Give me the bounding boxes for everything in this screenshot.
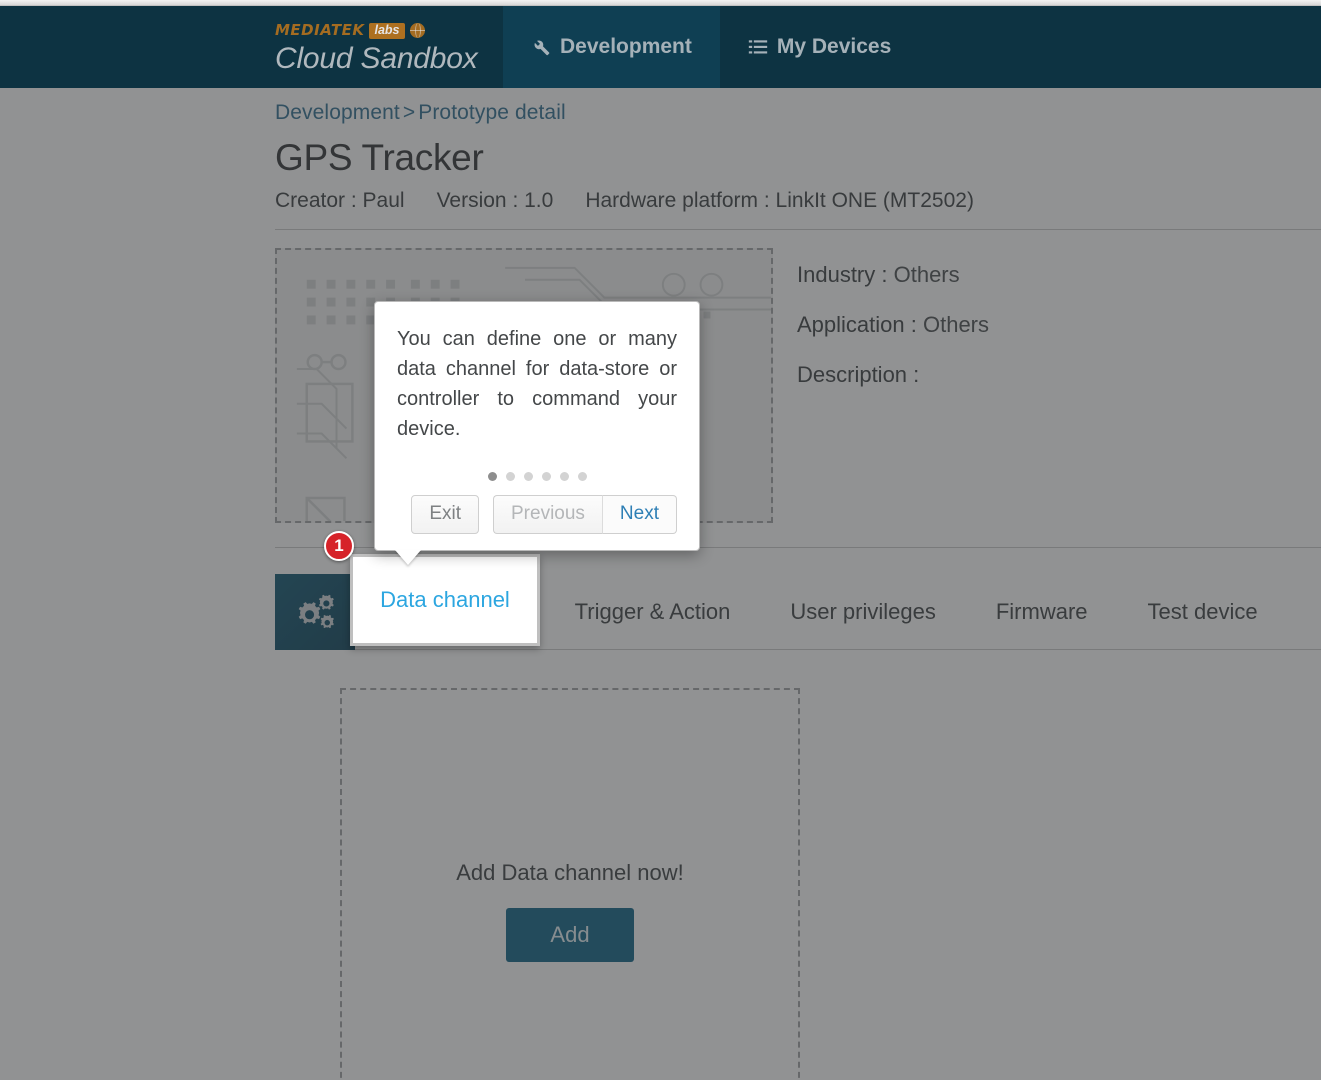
top-navigation-bar: MEDIATEK labs Cloud Sandbox Development [0,6,1321,88]
page-title: GPS Tracker [275,137,484,178]
tour-exit-button[interactable]: Exit [411,495,479,534]
tour-step-dot[interactable] [505,472,515,481]
tab-trigger-action[interactable]: Trigger & Action [545,574,761,649]
nav-item-my-devices[interactable]: My Devices [720,6,919,88]
tour-spotlight-label: Data channel [380,587,510,612]
tab-test-device[interactable]: Test device [1118,574,1288,649]
tour-popover-actions: Exit Previous Next [397,495,677,534]
brand-logo[interactable]: MEDIATEK labs Cloud Sandbox [275,6,503,88]
tour-next-button[interactable]: Next [601,495,677,534]
tour-step-dots [397,472,677,481]
tour-spotlight-data-channel-tab[interactable]: Data channel [350,554,540,646]
prototype-info-list: Industry : Others Application : Others D… [797,248,989,523]
nav-item-development[interactable]: Development [503,6,720,88]
gears-icon [275,574,355,650]
prototype-application-label: Application : [797,312,917,337]
prototype-version: Version : 1.0 [436,189,554,212]
tour-previous-button[interactable]: Previous [493,495,602,534]
prototype-meta-row: Creator : Paul Version : 1.0 Hardware pl… [275,189,1321,230]
tour-popover-text: You can define one or many data channel … [397,328,677,440]
prototype-application-row: Application : Others [797,312,989,338]
tour-step-dot[interactable] [523,472,533,481]
prototype-industry-value: Others [893,262,960,287]
tour-popover: You can define one or many data channel … [374,301,700,551]
tab-firmware[interactable]: Firmware [966,574,1118,649]
tab-test-device-label: Test device [1147,598,1258,624]
wrench-icon [531,37,551,57]
app-viewport: MEDIATEK labs Cloud Sandbox Development [0,0,1321,1080]
tab-trigger-action-label: Trigger & Action [574,598,731,624]
page-content: Development > Prototype detail GPS Tracker… [0,88,1321,1080]
nav-item-development-label: Development [560,35,692,58]
prototype-creator: Creator : Paul [275,189,405,212]
tour-nav-button-group: Previous Next [493,495,677,534]
prototype-industry-label: Industry : [797,262,888,287]
breadcrumb-parent[interactable]: Development [275,101,400,124]
list-icon [748,37,768,57]
tour-step-dot[interactable] [487,472,497,481]
tab-user-privileges[interactable]: User privileges [760,574,966,649]
tour-step-dot[interactable] [577,472,587,481]
prototype-hardware-platform: Hardware platform : LinkIt ONE (MT2502) [585,189,974,212]
tour-step-dot[interactable] [541,472,551,481]
tab-user-privileges-label: User privileges [790,598,936,624]
prototype-description-label: Description : [797,362,920,387]
tour-step-badge: 1 [324,531,354,561]
nav-item-my-devices-label: My Devices [776,35,892,58]
breadcrumb-current[interactable]: Prototype detail [418,101,566,124]
breadcrumb: Development > Prototype detail [275,101,1321,125]
tab-firmware-label: Firmware [995,598,1088,624]
data-channel-empty-panel: Add Data channel now! Add [340,688,800,1080]
data-channel-empty-text: Add Data channel now! [456,860,684,885]
prototype-description-row: Description : [797,362,989,388]
add-data-channel-button[interactable]: Add [506,908,634,962]
prototype-industry-row: Industry : Others [797,262,989,288]
breadcrumb-separator: > [402,101,416,124]
brand-mediatek-text: MEDIATEK [275,21,365,40]
globe-icon [409,23,425,39]
brand-labs-badge: labs [369,22,405,39]
brand-product-name: Cloud Sandbox [275,41,478,75]
tour-step-dot[interactable] [559,472,569,481]
prototype-application-value: Others [922,312,990,337]
